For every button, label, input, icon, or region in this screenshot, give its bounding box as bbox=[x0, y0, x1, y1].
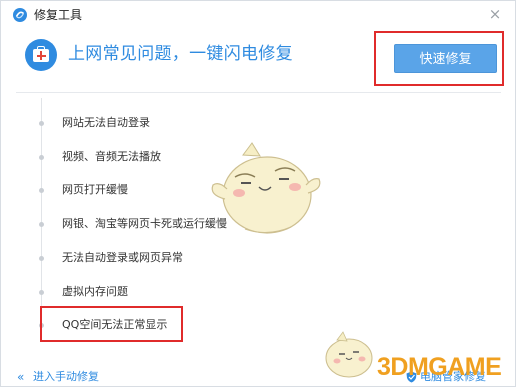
problem-label: 无法自动登录或网页异常 bbox=[62, 251, 183, 264]
double-chevron-left-icon: « bbox=[17, 370, 25, 384]
manual-repair-label: 进入手动修复 bbox=[33, 370, 99, 383]
qzone-highlight-frame bbox=[40, 306, 183, 342]
problem-item-slow-pages[interactable]: 网页打开缓慢 bbox=[37, 182, 227, 198]
list-bullet bbox=[39, 188, 44, 193]
title-bar: 修复工具 × bbox=[1, 1, 515, 29]
problem-label: 虚拟内存问题 bbox=[62, 285, 128, 298]
problem-label: 网页打开缓慢 bbox=[62, 183, 128, 196]
list-bullet bbox=[39, 222, 44, 227]
close-button[interactable]: × bbox=[486, 5, 504, 23]
list-bullet bbox=[39, 155, 44, 160]
list-bullet bbox=[39, 256, 44, 261]
list-bullet bbox=[39, 121, 44, 126]
problem-item-login-page-error[interactable]: 无法自动登录或网页异常 bbox=[37, 250, 227, 266]
problem-item-auto-login[interactable]: 网站无法自动登录 bbox=[37, 115, 227, 131]
problem-label: 网站无法自动登录 bbox=[62, 116, 150, 129]
first-aid-kit-icon bbox=[25, 39, 57, 71]
problem-label: 视频、音频无法播放 bbox=[62, 150, 161, 163]
problem-label: 网银、淘宝等网页卡死或运行缓慢 bbox=[62, 217, 227, 230]
app-logo-icon bbox=[13, 8, 27, 22]
mascot-small-illustration bbox=[325, 331, 373, 378]
problem-item-banking-freeze[interactable]: 网银、淘宝等网页卡死或运行缓慢 bbox=[37, 216, 227, 232]
manual-repair-link[interactable]: « 进入手动修复 bbox=[17, 369, 117, 385]
quick-fix-button[interactable]: 快速修复 bbox=[394, 44, 497, 73]
header-divider bbox=[16, 92, 501, 93]
problem-item-media-playback[interactable]: 视频、音频无法播放 bbox=[37, 149, 227, 165]
window-title: 修复工具 bbox=[34, 8, 83, 22]
mascot-illustration bbox=[211, 142, 321, 234]
problem-item-virtual-memory[interactable]: 虚拟内存问题 bbox=[37, 284, 227, 300]
header-title: 上网常见问题，一键闪电修复 bbox=[68, 44, 293, 64]
repair-tool-window: 修复工具 × 上网常见问题，一键闪电修复 快速修复 网站无法自动登录 视频、音频… bbox=[0, 0, 516, 387]
list-bullet bbox=[39, 290, 44, 295]
3dmgame-watermark: 3DMGAME bbox=[377, 353, 502, 381]
